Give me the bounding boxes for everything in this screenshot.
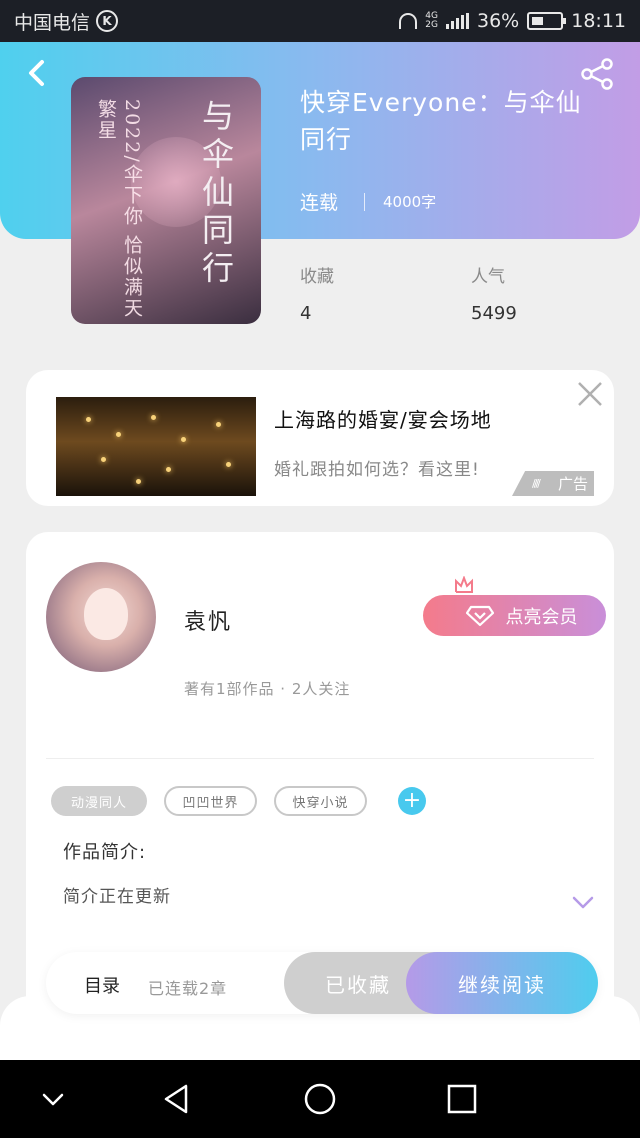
cover-title: 与伞仙同行 [197,99,235,289]
stat-label-popularity: 人气 [471,267,505,287]
author-name[interactable]: 袁忛 [184,604,232,636]
battery-icon [527,12,567,30]
network-type-bottom: 2G [425,20,438,30]
carrier: 中国电信 K [14,8,119,35]
intro-label: 作品简介: [63,842,147,863]
book-title: 快穿Everyone：与伞仙同行 [300,88,582,154]
carrier-badge-icon: K [96,10,119,32]
stat-value-favorites: 4 [300,303,312,324]
close-icon[interactable] [574,378,606,410]
ad-card[interactable]: 上海路的婚宴/宴会场地 婚礼跟拍如何选？看这里! //// 广告 [26,370,614,506]
avatar[interactable] [46,562,156,672]
avatar-face [84,588,128,640]
ad-image[interactable] [56,397,256,496]
cover-subtitle: 2022/伞下你 恰似满天繁星 [95,99,143,319]
toc-button[interactable]: 目录 [84,972,120,998]
chapter-count: 已连载2章 [148,979,228,998]
tag-item[interactable]: 动漫同人 [51,786,147,816]
diamond-icon [465,605,494,626]
status-bar: 中国电信 K 4G 2G 36% 18:11 [0,0,640,42]
author-meta: 著有1部作品 · 2人关注 [184,680,351,698]
ad-badge: //// 广告 [512,471,594,496]
headphone-icon [399,13,418,29]
ad-description: 婚礼跟拍如何选？看这里! [274,460,480,480]
divider [46,758,594,759]
signal-icon [446,13,469,29]
clock: 18:11 [571,10,626,32]
stat-label-favorites: 收藏 [300,267,334,287]
book-cover[interactable]: 2022/伞下你 恰似满天繁星 与伞仙同行 [71,77,261,324]
vip-button-label: 点亮会员 [505,606,578,628]
chevron-down-icon[interactable] [572,896,594,910]
crown-icon [455,576,473,593]
add-tag-plus-icon[interactable]: + [398,787,426,815]
network-type: 4G 2G [425,12,438,30]
action-bar: 目录 已连载2章 已收藏 继续阅读 [46,952,598,1014]
serial-status: 连载 [300,192,339,214]
carrier-name: 中国电信 [14,11,91,34]
divider [364,193,365,211]
nav-home-icon[interactable] [303,1082,337,1116]
tag-item[interactable]: 快穿小说 [274,786,367,816]
ad-title[interactable]: 上海路的婚宴/宴会场地 [274,404,492,433]
continue-reading-button[interactable]: 继续阅读 [406,952,598,1014]
back-arrow-icon[interactable] [22,58,52,88]
nav-down-icon[interactable] [36,1082,70,1116]
vip-button[interactable]: 点亮会员 [423,595,606,636]
tag-item[interactable]: 凹凹世界 [164,786,257,816]
ad-badge-label: 广告 [557,475,588,493]
ad-mark-icon: //// [532,477,541,490]
nav-recents-icon[interactable] [445,1082,479,1116]
status-indicators: 4G 2G 36% 18:11 [399,10,626,32]
word-count: 4000字 [383,193,437,211]
nav-back-icon[interactable] [160,1082,194,1116]
battery-percent: 36% [477,10,520,32]
stat-value-popularity: 5499 [471,303,517,324]
system-nav-bar [0,1060,640,1138]
intro-text: 简介正在更新 [63,887,171,907]
